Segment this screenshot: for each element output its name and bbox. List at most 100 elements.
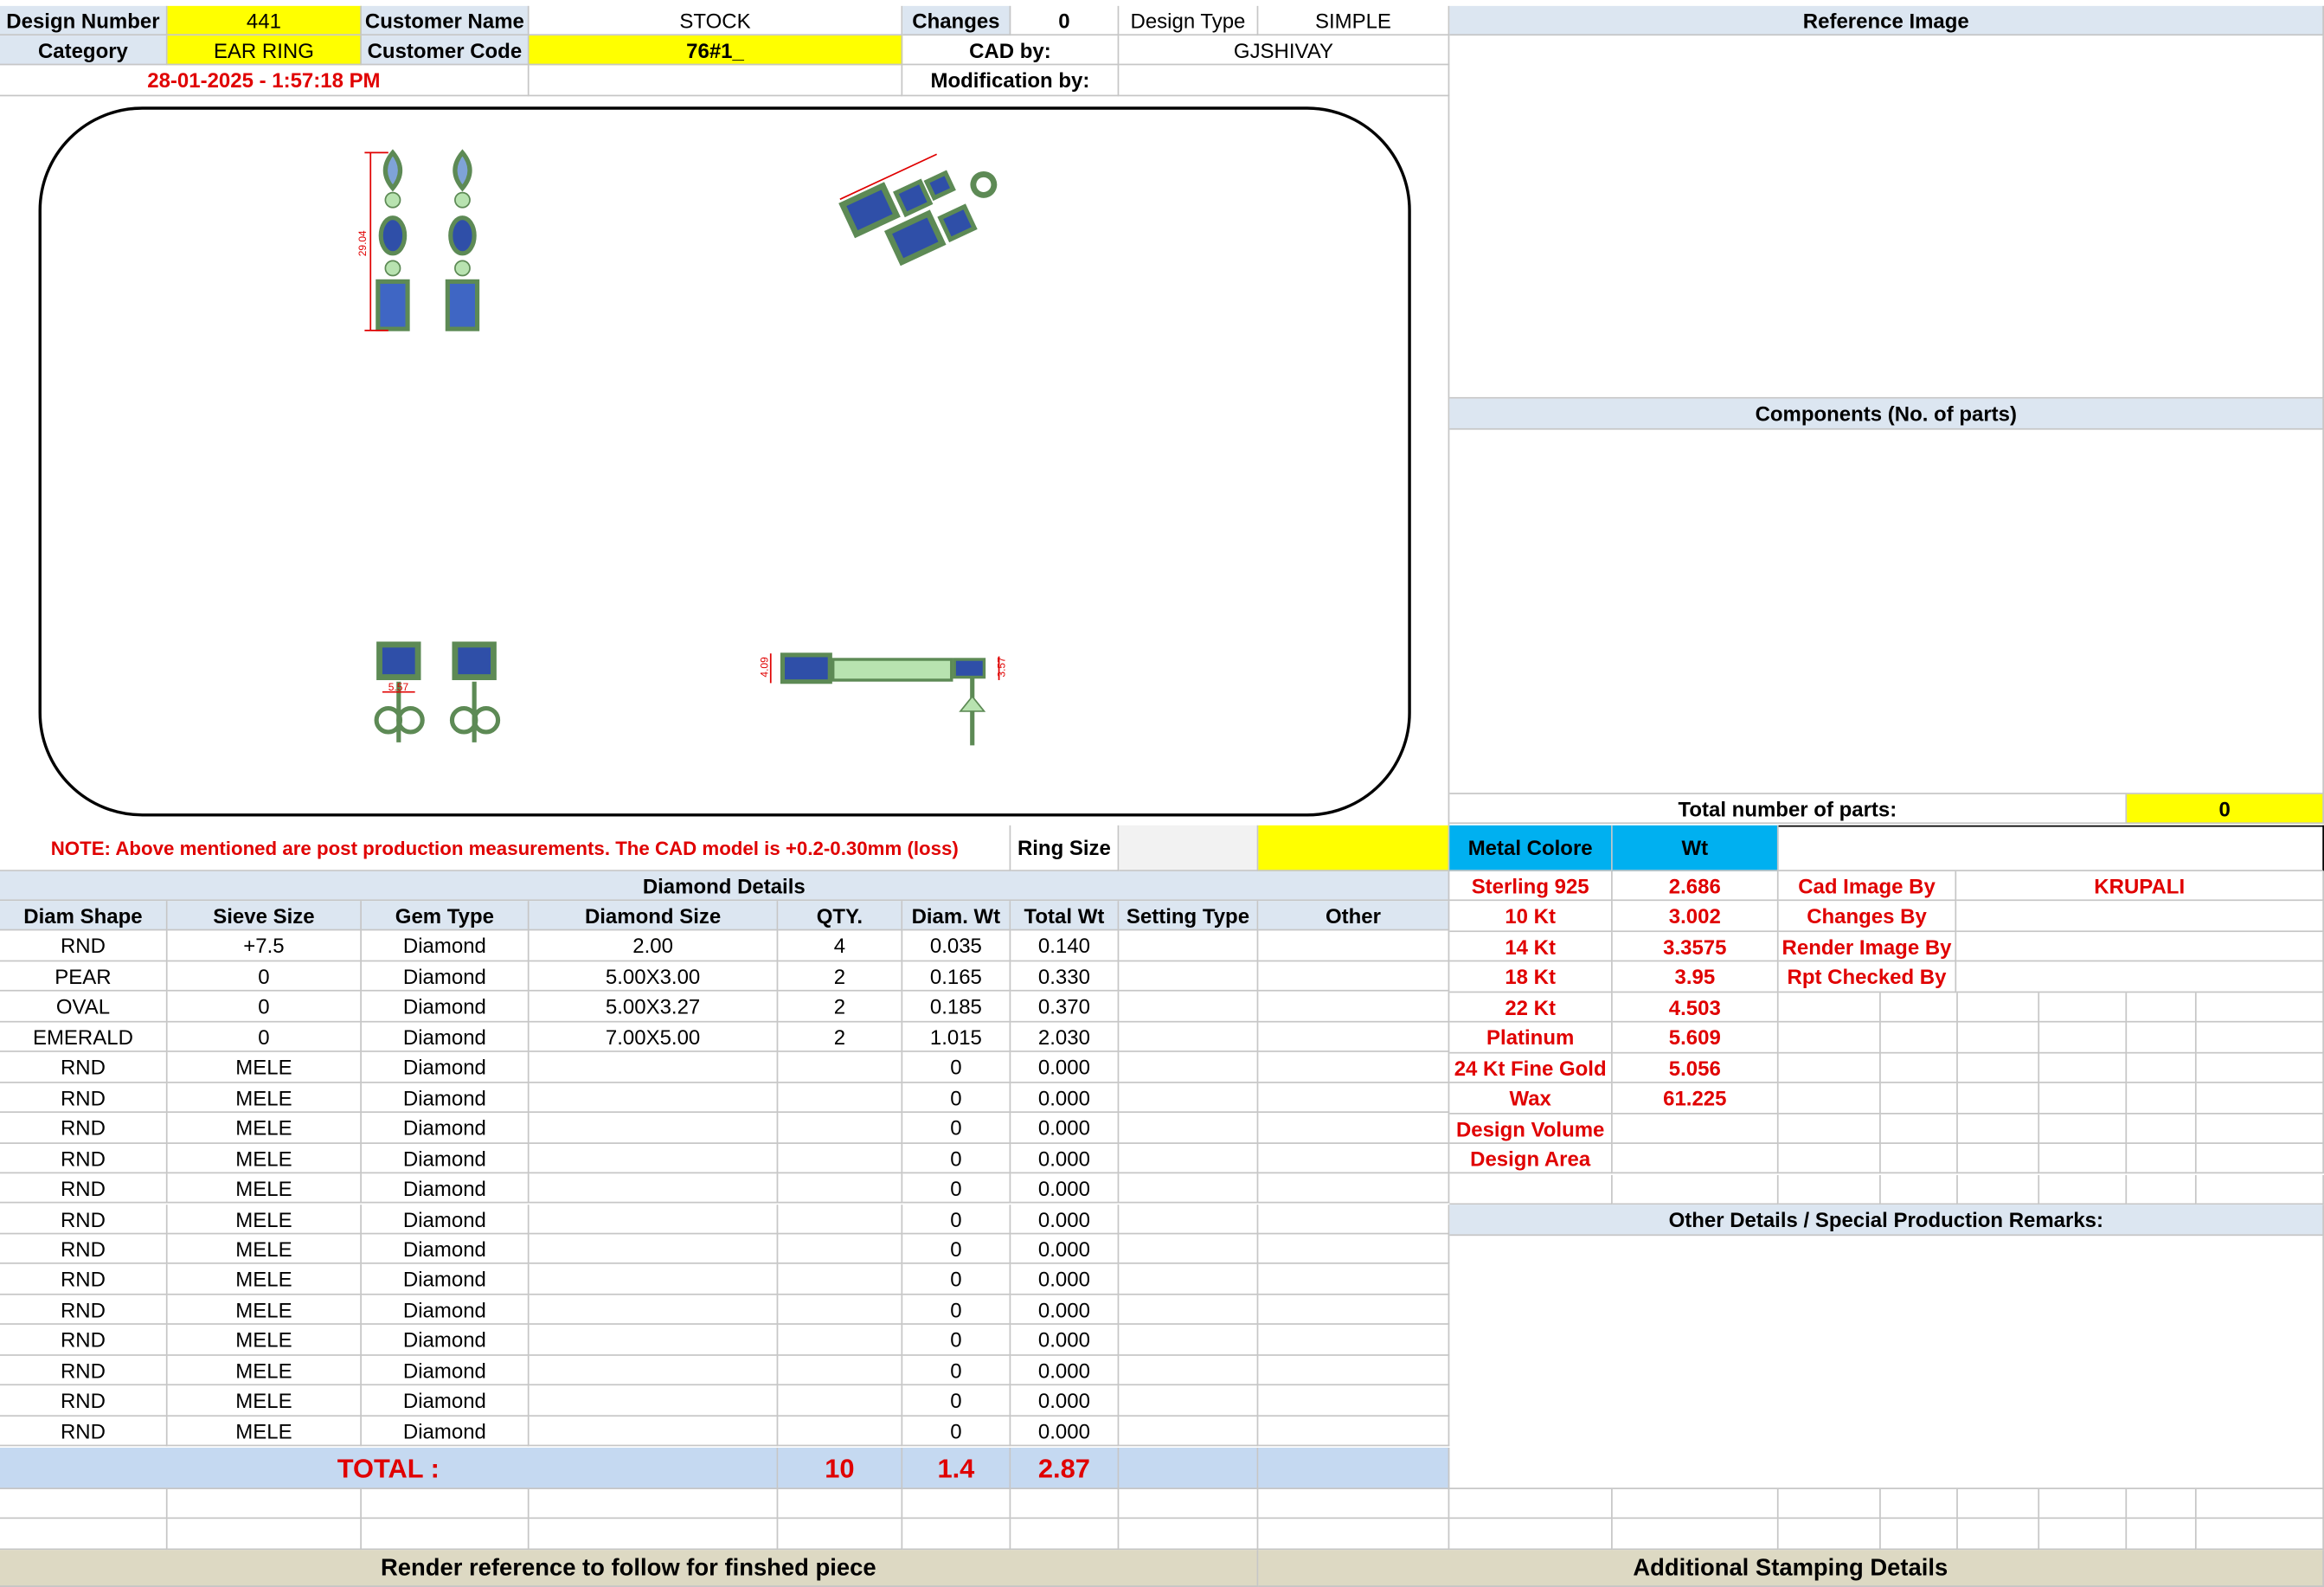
diamond-cell[interactable]	[1119, 1083, 1259, 1114]
diamond-cell[interactable]: 0.000	[1011, 1052, 1120, 1083]
metal-weight[interactable]: 3.002	[1612, 901, 1779, 932]
diamond-cell[interactable]: RND	[0, 1325, 168, 1356]
diamond-cell[interactable]	[1258, 1143, 1450, 1174]
grid-cell[interactable]	[2039, 992, 2128, 1023]
diamond-cell[interactable]: 2.00	[529, 931, 779, 962]
grid-cell[interactable]	[1957, 992, 2040, 1023]
diamond-cell[interactable]	[529, 1143, 779, 1174]
diamond-cell[interactable]	[529, 1113, 779, 1144]
diamond-cell[interactable]: 7.00X5.00	[529, 1022, 779, 1053]
diamond-cell[interactable]	[778, 1416, 903, 1447]
blank-cell[interactable]	[1011, 1488, 1120, 1520]
grid-cell[interactable]	[2039, 1052, 2128, 1083]
diamond-cell[interactable]	[1258, 1083, 1450, 1114]
diamond-cell[interactable]: 2	[778, 1022, 903, 1053]
diamond-cell[interactable]	[1119, 1022, 1259, 1053]
diamond-cell[interactable]: 0	[902, 1264, 1011, 1295]
diamond-cell[interactable]	[1119, 1355, 1259, 1386]
diamond-cell[interactable]	[778, 1264, 903, 1295]
diamond-cell[interactable]	[1258, 1295, 1450, 1326]
diamond-cell[interactable]: MELE	[167, 1264, 362, 1295]
diamond-cell[interactable]	[778, 1295, 903, 1326]
diamond-cell[interactable]	[1258, 992, 1450, 1023]
diamond-cell[interactable]: 1.015	[902, 1022, 1011, 1053]
grid-cell[interactable]	[2039, 1144, 2128, 1175]
total-parts-value[interactable]: 0	[2127, 794, 2324, 825]
diamond-cell[interactable]: RND	[0, 1234, 168, 1265]
blank-cell[interactable]	[1449, 1488, 1613, 1520]
blank-cell[interactable]	[1612, 1519, 1779, 1551]
diamond-cell[interactable]: MELE	[167, 1416, 362, 1447]
blank-cell[interactable]	[2196, 1519, 2324, 1551]
grid-cell[interactable]	[1957, 1144, 2040, 1175]
metal-weight[interactable]: 3.95	[1612, 961, 1779, 993]
diamond-cell[interactable]	[1119, 1295, 1259, 1326]
diamond-cell[interactable]	[1258, 1113, 1450, 1144]
diamond-cell[interactable]	[1258, 1264, 1450, 1295]
blank-cell[interactable]	[1258, 1519, 1450, 1551]
diamond-cell[interactable]	[1258, 1355, 1450, 1386]
modification-by-cell[interactable]	[1119, 65, 1450, 97]
diamond-cell[interactable]: Diamond	[361, 1355, 530, 1386]
diamond-cell[interactable]	[1119, 992, 1259, 1023]
diamond-cell[interactable]: RND	[0, 1143, 168, 1174]
blank-cell[interactable]	[2196, 1488, 2324, 1520]
diamond-cell[interactable]	[778, 1325, 903, 1356]
diamond-cell[interactable]: RND	[0, 1295, 168, 1326]
diamond-cell[interactable]	[1258, 1325, 1450, 1356]
diamond-cell[interactable]	[1258, 1052, 1450, 1083]
diamond-cell[interactable]: 0.000	[1011, 1416, 1120, 1447]
diamond-cell[interactable]: Diamond	[361, 1264, 530, 1295]
diamond-cell[interactable]	[529, 1083, 779, 1114]
diamond-cell[interactable]	[778, 1204, 903, 1235]
blank-cell[interactable]	[1957, 1488, 2040, 1520]
blank-cell[interactable]	[0, 1488, 168, 1520]
diamond-cell[interactable]: 0.185	[902, 992, 1011, 1023]
grid-cell[interactable]	[2196, 1052, 2324, 1083]
diamond-cell[interactable]: Diamond	[361, 1083, 530, 1114]
diamond-cell[interactable]: 0	[902, 1113, 1011, 1144]
blank-cell[interactable]	[778, 1519, 903, 1551]
diamond-cell[interactable]: 0	[902, 1325, 1011, 1356]
diamond-cell[interactable]: MELE	[167, 1083, 362, 1114]
diamond-cell[interactable]: Diamond	[361, 1173, 530, 1205]
diamond-cell[interactable]: 0.165	[902, 961, 1011, 993]
diamond-cell[interactable]: 0	[167, 992, 362, 1023]
diamond-cell[interactable]	[529, 1355, 779, 1386]
blank-cell[interactable]	[778, 1488, 903, 1520]
diamond-cell[interactable]	[1119, 1143, 1259, 1174]
diamond-cell[interactable]: 0.330	[1011, 961, 1120, 993]
diamond-cell[interactable]: Diamond	[361, 1416, 530, 1447]
blank-cell[interactable]	[1612, 1488, 1779, 1520]
diamond-cell[interactable]: Diamond	[361, 961, 530, 993]
diamond-cell[interactable]	[1258, 1204, 1450, 1235]
grid-cell[interactable]	[1880, 1052, 1958, 1083]
diamond-cell[interactable]	[778, 1052, 903, 1083]
blank-cell[interactable]	[1778, 1519, 1881, 1551]
diamond-cell[interactable]: Diamond	[361, 1295, 530, 1326]
blank-cell[interactable]	[0, 1519, 168, 1551]
diamond-cell[interactable]: 0	[902, 1173, 1011, 1205]
grid-cell[interactable]	[1778, 1022, 1881, 1053]
diamond-cell[interactable]	[529, 1416, 779, 1447]
diamond-cell[interactable]	[778, 1083, 903, 1114]
metal-weight[interactable]: 2.686	[1612, 871, 1779, 902]
diamond-cell[interactable]: Diamond	[361, 1022, 530, 1053]
diamond-cell[interactable]	[1119, 1113, 1259, 1144]
grid-cell[interactable]	[1778, 1114, 1881, 1145]
grid-cell[interactable]	[2127, 1174, 2197, 1205]
diamond-cell[interactable]: Diamond	[361, 931, 530, 962]
diamond-cell[interactable]: MELE	[167, 1113, 362, 1144]
diamond-cell[interactable]: 5.00X3.00	[529, 961, 779, 993]
grid-cell[interactable]	[1880, 992, 1958, 1023]
blank-cell[interactable]	[1258, 1488, 1450, 1520]
diamond-cell[interactable]	[529, 1295, 779, 1326]
blank-cell[interactable]	[1880, 1519, 1958, 1551]
diamond-cell[interactable]	[1119, 1325, 1259, 1356]
diamond-cell[interactable]: 0.000	[1011, 1173, 1120, 1205]
diamond-cell[interactable]: 0.035	[902, 931, 1011, 962]
changes-cell[interactable]: 0	[1011, 5, 1120, 36]
diamond-cell[interactable]	[1119, 961, 1259, 993]
grid-cell[interactable]	[1880, 1174, 1958, 1205]
diamond-cell[interactable]: 0	[902, 1416, 1011, 1447]
